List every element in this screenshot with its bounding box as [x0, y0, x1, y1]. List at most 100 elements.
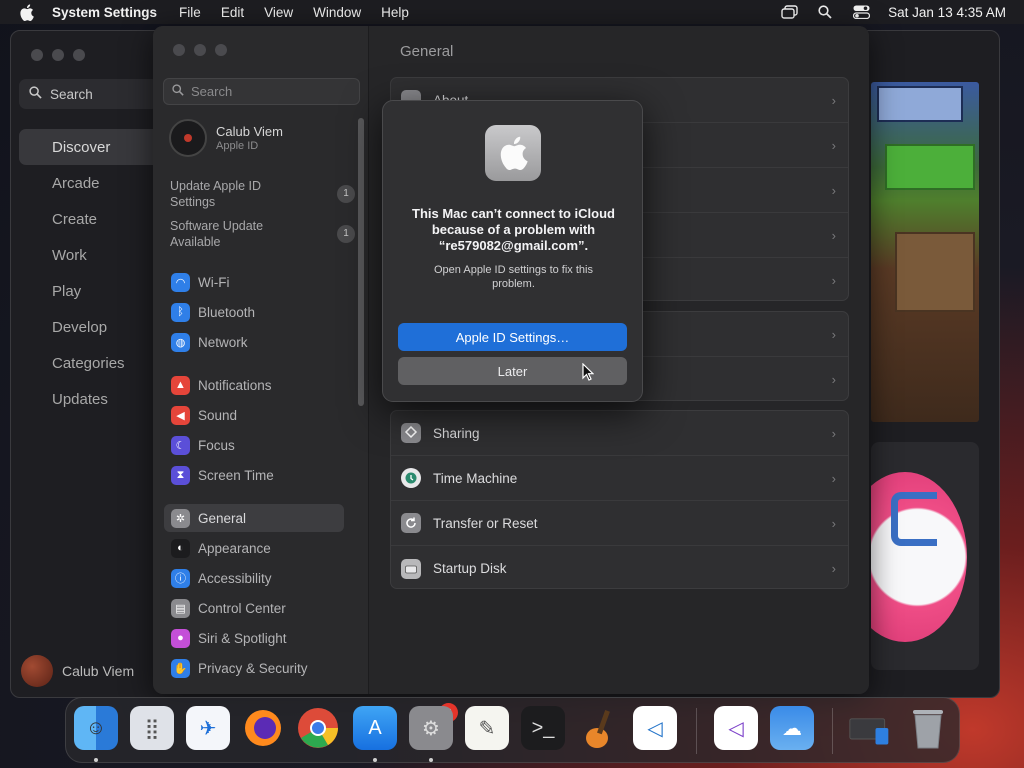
sidebar-item-appearance[interactable]: ◐ Appearance	[164, 534, 344, 562]
sidebar-item-focus[interactable]: ☾ Focus	[164, 431, 344, 459]
sidebar-item-label: Siri & Spotlight	[198, 630, 287, 646]
sidebar-item-label: Bluetooth	[198, 304, 256, 320]
bell-icon: ▲	[171, 375, 190, 395]
icloud-alert-dialog: This Mac can’t connect to iCloud because…	[382, 100, 643, 402]
chevron-right-icon: ›	[831, 137, 836, 153]
app-store-search-field[interactable]: Search	[19, 79, 159, 109]
menu-help[interactable]: Help	[381, 5, 409, 20]
minimize-button[interactable]	[194, 44, 206, 56]
row-transfer-reset[interactable]: Transfer or Reset ›	[391, 501, 848, 546]
close-button[interactable]	[173, 44, 185, 56]
sidebar-scrollbar[interactable]	[358, 118, 364, 406]
sidebar-item-sound[interactable]: ◀ Sound	[164, 401, 344, 429]
sidebar-item-label: General	[198, 510, 247, 526]
sidebar-item-siri-spotlight[interactable]: ● Siri & Spotlight	[164, 624, 344, 652]
featured-app-artwork[interactable]	[871, 442, 979, 670]
dock-firefox-icon[interactable]	[241, 706, 285, 750]
settings-sidebar: Search Calub Viem Apple ID Update Apple …	[153, 26, 369, 694]
dock-system-settings-icon[interactable]: ⚙	[409, 706, 453, 750]
nav-updates[interactable]: Updates	[19, 381, 164, 417]
nav-work[interactable]: Work	[19, 237, 164, 273]
dock-visual-studio-code-icon[interactable]: ◁	[633, 706, 677, 750]
dock-terminal-icon[interactable]: >_	[521, 706, 565, 750]
dock-trash-icon[interactable]	[906, 706, 950, 750]
row-sharing[interactable]: Sharing ›	[391, 411, 848, 456]
nav-discover[interactable]: Discover	[19, 129, 164, 165]
spotlight-search-icon[interactable]	[816, 5, 834, 19]
zoom-button[interactable]	[73, 49, 85, 61]
gear-icon: ✲	[171, 508, 190, 528]
nav-categories[interactable]: Categories	[19, 345, 164, 381]
menu-view[interactable]: View	[264, 5, 293, 20]
settings-search-field[interactable]: Search	[163, 78, 360, 105]
row-label: Startup Disk	[433, 561, 507, 576]
search-icon	[172, 84, 184, 99]
dock-textedit-icon[interactable]: ✎	[465, 706, 509, 750]
featured-game-artwork[interactable]	[871, 82, 979, 422]
chevron-right-icon: ›	[831, 273, 836, 288]
dialog-title: This Mac can’t connect to iCloud because…	[412, 206, 615, 253]
menu-edit[interactable]: Edit	[221, 5, 244, 20]
app-store-account[interactable]: Calub Viem	[21, 655, 134, 687]
sidebar-item-accessibility[interactable]: ⓘ Accessibility	[164, 564, 344, 592]
disk-icon	[401, 558, 421, 579]
sidebar-item-general[interactable]: ✲ General	[164, 504, 344, 532]
sidebar-item-control-center[interactable]: ▤ Control Center	[164, 594, 344, 622]
nav-create[interactable]: Create	[19, 201, 164, 237]
control-center-icon[interactable]	[852, 5, 870, 19]
sidebar-item-label: Network	[198, 334, 248, 350]
app-store-sidebar: Discover Arcade Create Work Play Develop…	[19, 129, 164, 417]
sidebar-item-network[interactable]: ◍ Network	[164, 328, 344, 356]
chevron-right-icon: ›	[831, 425, 836, 441]
menu-clock[interactable]: Sat Jan 13 4:35 AM	[888, 5, 1006, 20]
apple-menu-icon[interactable]	[0, 3, 52, 21]
alert-software-update[interactable]: Software Update Available 1	[170, 218, 355, 250]
menu-app-name[interactable]: System Settings	[52, 5, 157, 20]
nav-play[interactable]: Play	[19, 273, 164, 309]
screen-mirroring-icon[interactable]	[780, 5, 798, 19]
bluetooth-icon: ᛒ	[171, 302, 190, 322]
sidebar-item-privacy-security[interactable]: ✋ Privacy & Security	[164, 654, 344, 682]
dock-launchpad-icon[interactable]: ⣿	[130, 706, 174, 750]
menu-file[interactable]: File	[179, 5, 201, 20]
dock-visual-studio-icon[interactable]: ◁	[714, 706, 758, 750]
dock-safari-icon[interactable]: ✈	[186, 706, 230, 750]
close-button[interactable]	[31, 49, 43, 61]
minimize-button[interactable]	[52, 49, 64, 61]
alert-update-apple-id[interactable]: Update Apple ID Settings 1	[170, 178, 355, 210]
nav-arcade[interactable]: Arcade	[19, 165, 164, 201]
menu-bar: System Settings File Edit View Window He…	[0, 0, 1024, 24]
zoom-button[interactable]	[215, 44, 227, 56]
menu-window[interactable]: Window	[313, 5, 361, 20]
nav-develop[interactable]: Develop	[19, 309, 164, 345]
avatar	[169, 119, 207, 157]
row-label: Sharing	[433, 425, 480, 441]
window-controls[interactable]	[31, 49, 85, 61]
globe-icon: ◍	[171, 332, 190, 352]
alert-label: Update Apple ID Settings	[170, 179, 262, 209]
dock-finder-icon[interactable]: ☺	[74, 706, 118, 750]
chevron-right-icon: ›	[831, 182, 836, 198]
sidebar-item-wi-fi[interactable]: ◠ Wi-Fi	[164, 268, 344, 296]
sidebar-item-label: Control Center	[198, 600, 286, 616]
sidebar-item-notifications[interactable]: ▲ Notifications	[164, 371, 344, 399]
dock-chrome-icon[interactable]	[296, 706, 340, 750]
apple-id-settings-button[interactable]: Apple ID Settings…	[398, 323, 627, 351]
dock-garageband-icon[interactable]	[577, 706, 621, 750]
row-startup-disk[interactable]: Startup Disk ›	[391, 546, 848, 591]
apple-id-account[interactable]: Calub Viem Apple ID	[169, 119, 283, 157]
control-center-icon: ▤	[171, 598, 190, 618]
row-time-machine[interactable]: Time Machine ›	[391, 456, 848, 501]
running-indicator	[429, 758, 433, 762]
reset-icon	[401, 513, 421, 533]
window-controls[interactable]	[173, 44, 227, 56]
artwork-bracket	[891, 492, 937, 546]
dock-weather-icon[interactable]: ☁	[770, 706, 814, 750]
sidebar-item-screen-time[interactable]: ⧗ Screen Time	[164, 461, 344, 489]
dock-downloads-icon[interactable]	[848, 706, 892, 750]
sidebar-item-bluetooth[interactable]: ᛒ Bluetooth	[164, 298, 344, 326]
dock-app-store-icon[interactable]: A	[353, 706, 397, 750]
artwork-sign	[877, 86, 963, 122]
alert-label: Software Update Available	[170, 219, 264, 249]
running-indicator	[373, 758, 377, 762]
